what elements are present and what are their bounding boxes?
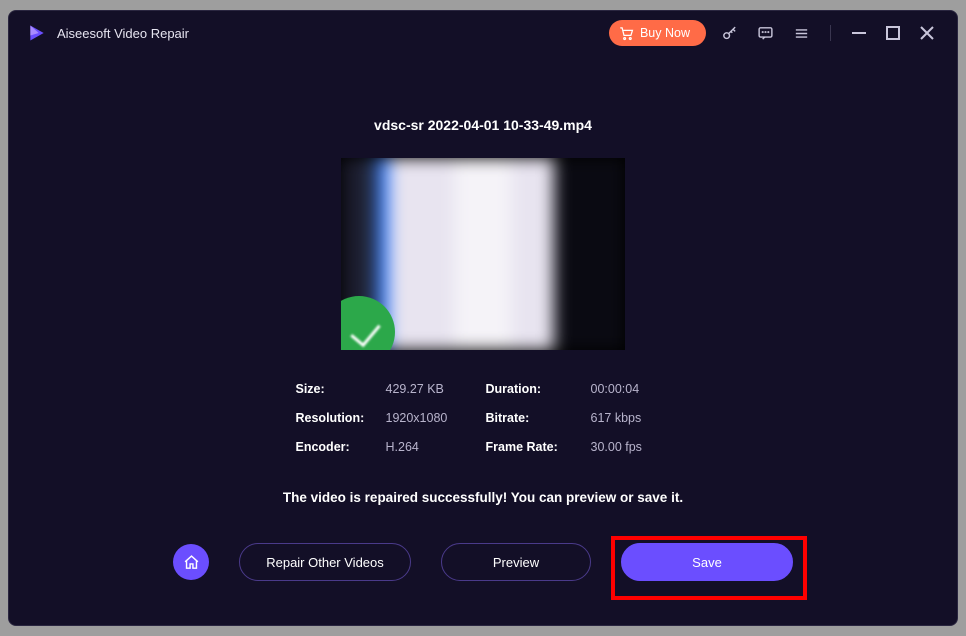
preview-button[interactable]: Preview — [441, 543, 591, 581]
feedback-button[interactable] — [752, 20, 778, 46]
video-thumbnail — [341, 158, 625, 350]
buy-now-label: Buy Now — [640, 26, 690, 40]
app-window: Aiseesoft Video Repair Buy Now vdsc-sr 2… — [8, 10, 958, 626]
minimize-button[interactable] — [847, 21, 871, 45]
encoder-label: Encoder: — [296, 440, 376, 454]
home-button[interactable] — [173, 544, 209, 580]
duration-label: Duration: — [486, 382, 581, 396]
framerate-label: Frame Rate: — [486, 440, 581, 454]
register-key-button[interactable] — [716, 20, 742, 46]
duration-value: 00:00:04 — [591, 382, 671, 396]
close-button[interactable] — [915, 21, 939, 45]
menu-button[interactable] — [788, 20, 814, 46]
maximize-button[interactable] — [881, 21, 905, 45]
content-area: vdsc-sr 2022-04-01 10-33-49.mp4 Size: 42… — [9, 55, 957, 625]
resolution-value: 1920x1080 — [386, 411, 476, 425]
framerate-value: 30.00 fps — [591, 440, 671, 454]
encoder-value: H.264 — [386, 440, 476, 454]
bitrate-label: Bitrate: — [486, 411, 581, 425]
save-button[interactable]: Save — [621, 543, 793, 581]
resolution-label: Resolution: — [296, 411, 376, 425]
metadata-grid: Size: 429.27 KB Duration: 00:00:04 Resol… — [296, 382, 671, 454]
size-value: 429.27 KB — [386, 382, 476, 396]
titlebar-divider — [830, 25, 831, 41]
buy-now-button[interactable]: Buy Now — [609, 20, 706, 46]
titlebar: Aiseesoft Video Repair Buy Now — [9, 11, 957, 55]
repair-other-button[interactable]: Repair Other Videos — [239, 543, 411, 581]
app-title: Aiseesoft Video Repair — [57, 26, 189, 41]
filename-label: vdsc-sr 2022-04-01 10-33-49.mp4 — [374, 117, 592, 133]
action-row: Repair Other Videos Preview Save — [173, 543, 793, 581]
size-label: Size: — [296, 382, 376, 396]
status-message: The video is repaired successfully! You … — [283, 490, 683, 505]
app-logo-icon — [27, 23, 47, 43]
bitrate-value: 617 kbps — [591, 411, 671, 425]
